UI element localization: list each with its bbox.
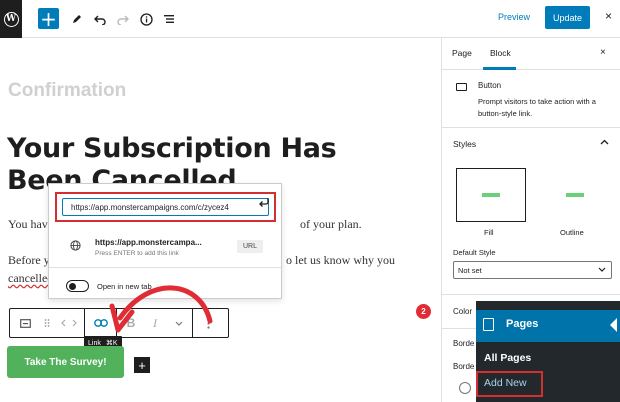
- globe-icon: [70, 240, 81, 254]
- paragraph-text[interactable]: of your plan.: [300, 217, 362, 232]
- chevron-down-icon[interactable]: [170, 309, 188, 337]
- new-tab-toggle[interactable]: [66, 280, 89, 292]
- preview-button[interactable]: Preview: [498, 12, 530, 22]
- chevron-up-icon[interactable]: [600, 137, 609, 148]
- undo-icon[interactable]: [90, 9, 110, 29]
- block-description: Prompt visitors to take action with a bu…: [478, 97, 596, 118]
- options-icon[interactable]: [198, 309, 218, 337]
- url-input[interactable]: https://app.monstercampaigns.com/c/zycez…: [62, 198, 269, 216]
- block-toolbar: B I: [9, 308, 229, 338]
- style-fill-option[interactable]: [456, 168, 526, 222]
- drag-handle-icon[interactable]: [40, 309, 54, 337]
- redo-icon[interactable]: [113, 9, 133, 29]
- style-outline-label: Outline: [560, 228, 584, 237]
- wordpress-icon: W: [3, 11, 19, 27]
- button-block-icon[interactable]: [12, 309, 38, 337]
- move-icon[interactable]: [56, 309, 82, 337]
- paragraph-text[interactable]: cancelled: [8, 271, 53, 286]
- current-menu-arrow: [610, 318, 617, 332]
- chevron-down-icon: [598, 264, 606, 274]
- default-style-label: Default Style: [453, 248, 496, 257]
- close-icon[interactable]: ×: [605, 9, 612, 23]
- italic-button[interactable]: I: [146, 309, 164, 337]
- divider: [441, 294, 620, 295]
- divider: [441, 127, 620, 128]
- pages-menu-header[interactable]: [476, 310, 620, 342]
- confirmation-heading[interactable]: Confirmation: [8, 80, 126, 102]
- link-icon[interactable]: [88, 309, 114, 337]
- link-type-badge: URL: [237, 240, 263, 253]
- default-style-select[interactable]: Not set: [453, 261, 612, 279]
- submit-link-icon[interactable]: [258, 196, 270, 211]
- add-new-link[interactable]: Add New: [484, 377, 527, 389]
- update-button[interactable]: Update: [545, 6, 590, 29]
- all-pages-link[interactable]: All Pages: [484, 352, 531, 364]
- active-tab-indicator: [483, 67, 516, 70]
- block-title: Button: [478, 81, 502, 90]
- paragraph-text[interactable]: Before y: [8, 253, 50, 268]
- paragraph-text[interactable]: You have: [8, 217, 53, 232]
- link-popover: https://app.monstercampaigns.com/c/zycez…: [48, 183, 282, 299]
- link-suggestion-url[interactable]: https://app.monstercampa...: [95, 238, 202, 247]
- survey-button-block[interactable]: Take The Survey!: [7, 346, 124, 378]
- divider: [49, 267, 281, 268]
- paragraph-text[interactable]: o let us know why you: [286, 253, 395, 268]
- tab-page[interactable]: Page: [452, 48, 472, 58]
- styles-panel-title[interactable]: Styles: [453, 139, 476, 149]
- pages-icon: [483, 318, 494, 331]
- border-setting-label: Borde: [453, 362, 475, 371]
- border-panel-title[interactable]: Borde: [453, 339, 474, 348]
- pages-menu-label[interactable]: Pages: [506, 318, 538, 330]
- style-fill-label: Fill: [484, 228, 494, 237]
- url-input-highlight: https://app.monstercampaigns.com/c/zycez…: [55, 192, 276, 222]
- info-icon[interactable]: [136, 9, 156, 29]
- close-sidebar-icon[interactable]: ×: [600, 47, 606, 58]
- default-style-value: Not set: [458, 265, 482, 275]
- wordpress-logo-button[interactable]: W: [0, 0, 22, 38]
- pencil-icon[interactable]: [67, 9, 87, 29]
- button-block-icon: [456, 83, 467, 91]
- list-view-icon[interactable]: [159, 9, 179, 29]
- border-radio[interactable]: [459, 382, 471, 394]
- add-block-button[interactable]: +: [38, 8, 59, 29]
- link-suggestion-hint: Press ENTER to add this link: [95, 250, 179, 257]
- tab-block[interactable]: Block: [490, 48, 511, 58]
- add-block-inline-button[interactable]: +: [134, 357, 150, 373]
- bold-button[interactable]: B: [122, 309, 140, 337]
- new-tab-label: Open in new tab: [97, 282, 152, 291]
- step-number-badge: 2: [416, 304, 431, 319]
- color-panel-title[interactable]: Color: [453, 307, 472, 316]
